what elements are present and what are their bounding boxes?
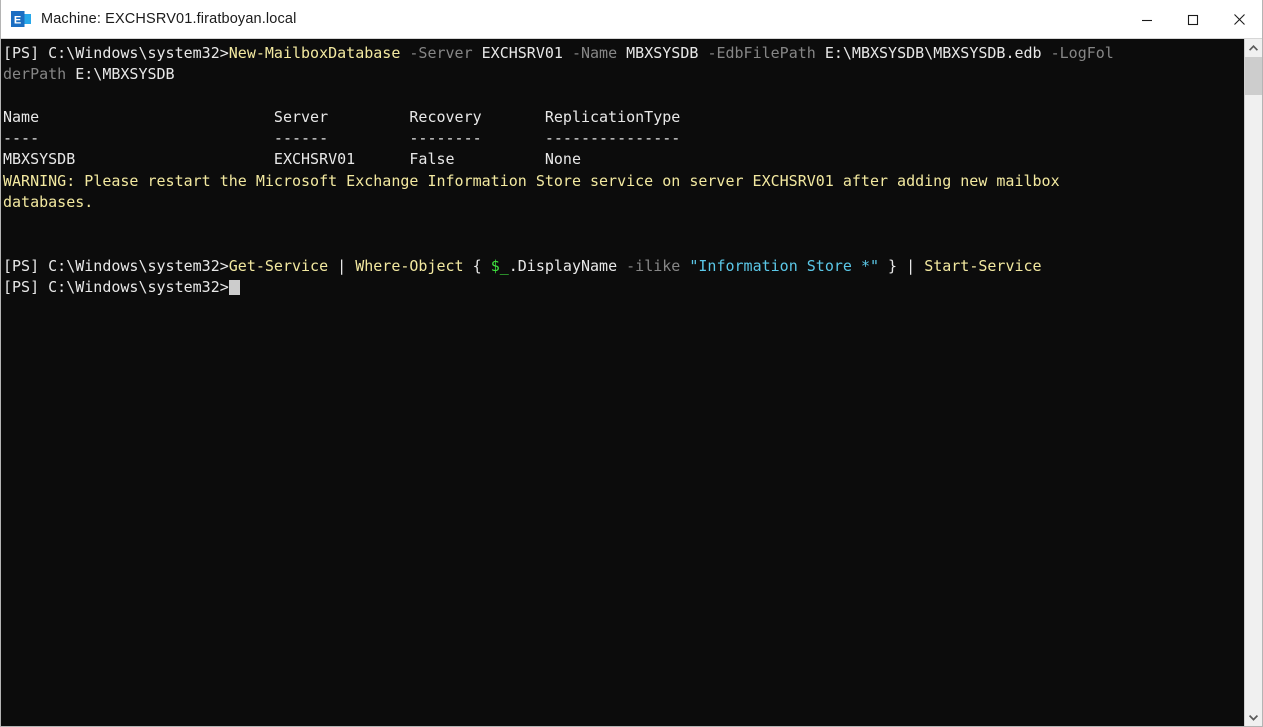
scroll-thumb[interactable] — [1245, 57, 1262, 95]
title-bar: E Machine: EXCHSRV01.firatboyan.local — [1, 0, 1262, 39]
window-title: Machine: EXCHSRV01.firatboyan.local — [41, 11, 297, 27]
console-line-warning-line-1: WARNING: Please restart the Microsoft Ex… — [3, 171, 1244, 192]
console-text-default: EXCHSRV01 — [472, 44, 572, 62]
console-text-param: derPath — [3, 65, 67, 84]
console-output[interactable]: [PS] C:\Windows\system32>New-MailboxData… — [1, 39, 1244, 726]
console-text-default: MBXSYSDB EXCHSRV01 False None — [3, 150, 581, 169]
console-text-header: Name Server Recovery ReplicationType — [3, 107, 681, 126]
console-text-default: MBXSYSDB — [617, 44, 708, 62]
console-text-param: -Name — [571, 44, 618, 62]
console-text-cmdlet: Get-Service — [228, 256, 329, 275]
text-cursor — [228, 280, 241, 296]
console-line-cmd-new-mailboxdatabase: [PS] C:\Windows\system32>New-MailboxData… — [3, 43, 1244, 64]
console-text-header: ---- ------ -------- --------------- — [3, 129, 681, 148]
console-text-warning: databases. — [3, 193, 94, 212]
console-line-blank-1 — [3, 86, 1244, 107]
console-area: [PS] C:\Windows\system32>New-MailboxData… — [1, 39, 1262, 726]
vertical-scrollbar[interactable] — [1244, 39, 1262, 726]
console-text-default: [PS] C:\Windows\system32> — [3, 278, 229, 297]
console-text-string: "Information Store *" — [689, 256, 880, 275]
scroll-down-icon[interactable] — [1245, 708, 1262, 726]
exchange-logo-icon: E — [10, 8, 32, 30]
minimize-button[interactable] — [1124, 0, 1170, 39]
console-text-warning: WARNING: Please restart the Microsoft Ex… — [3, 171, 1060, 190]
console-line-blank-3 — [3, 235, 1244, 256]
console-text-default: .DisplayName — [508, 256, 627, 275]
console-text-param: -ilike — [626, 256, 681, 275]
console-text-default: { — [463, 256, 491, 275]
console-text-cmdlet: Start-Service — [924, 256, 1042, 275]
console-text-default: } | — [879, 256, 925, 275]
console-line-table-rule: ---- ------ -------- --------------- — [3, 128, 1244, 149]
close-button[interactable] — [1216, 0, 1262, 39]
console-line-warning-line-2: databases. — [3, 192, 1244, 213]
console-text-default: [PS] C:\Windows\system32> — [3, 256, 229, 275]
console-line-cmd-new-mailboxdatabase-wrap: derPath E:\MBXSYSDB — [3, 64, 1244, 85]
console-text-param: -Server — [409, 44, 473, 62]
console-line-table-header: Name Server Recovery ReplicationType — [3, 107, 1244, 128]
console-text-default: | — [328, 256, 356, 275]
powershell-console-window: E Machine: EXCHSRV01.firatboyan.local [P… — [0, 0, 1263, 727]
console-text-param: -LogFol — [1050, 44, 1114, 62]
console-text-param: -EdbFilePath — [707, 44, 816, 62]
svg-text:E: E — [14, 15, 21, 27]
scrollbar-track[interactable] — [1245, 57, 1262, 708]
console-text-cmdlet: Where-Object — [355, 256, 464, 275]
console-text-variable: $_ — [490, 256, 509, 275]
scroll-up-icon[interactable] — [1245, 39, 1262, 57]
console-text-default: E:\MBXSYSDB\MBXSYSDB.edb — [815, 44, 1051, 62]
console-text-default: E:\MBXSYSDB — [66, 65, 175, 84]
console-text-default: [PS] C:\Windows\system32> — [3, 44, 229, 62]
console-line-blank-2 — [3, 213, 1244, 234]
console-line-table-row-1: MBXSYSDB EXCHSRV01 False None — [3, 149, 1244, 170]
console-text-cmdlet: New-MailboxDatabase — [228, 44, 401, 62]
maximize-button[interactable] — [1170, 0, 1216, 39]
console-line-cmd-get-service: [PS] C:\Windows\system32>Get-Service | W… — [3, 256, 1244, 277]
window-controls — [1124, 0, 1262, 39]
console-line-prompt-active: [PS] C:\Windows\system32> — [3, 277, 1244, 298]
